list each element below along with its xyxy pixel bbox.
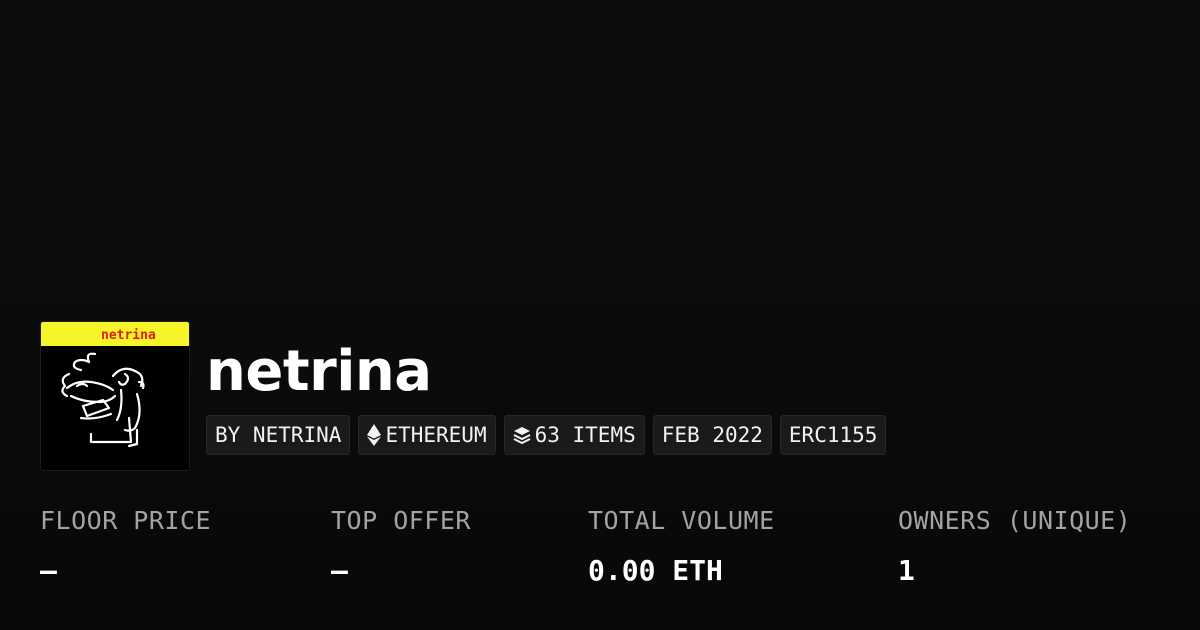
stat-floor-price-label: FLOOR PRICE bbox=[40, 506, 212, 535]
items-chip-label: 63 ITEMS bbox=[534, 423, 636, 447]
date-chip-label: FEB 2022 bbox=[661, 423, 763, 447]
chain-chip[interactable]: ETHEREUM bbox=[358, 415, 496, 455]
stat-top-offer-label: TOP OFFER bbox=[331, 506, 471, 535]
stat-total-volume: TOTAL VOLUME 0.00 ETH bbox=[588, 503, 775, 589]
ethereum-icon bbox=[367, 424, 382, 446]
avatar-logo-text: netrina bbox=[101, 328, 156, 343]
creator-chip[interactable]: BY NETRINA bbox=[206, 415, 351, 455]
standard-chip-label: ERC1155 bbox=[788, 423, 878, 447]
stat-top-offer: TOP OFFER — bbox=[331, 503, 471, 589]
stat-owners-label: OWNERS (UNIQUE) bbox=[898, 506, 1132, 535]
stat-floor-price-value: — bbox=[40, 554, 57, 587]
stat-total-volume-value: 0.00 ETH bbox=[588, 554, 723, 587]
stat-owners-value: 1 bbox=[898, 554, 915, 587]
stat-owners: OWNERS (UNIQUE) 1 bbox=[898, 503, 1131, 589]
chain-chip-label: ETHEREUM bbox=[385, 423, 487, 447]
date-chip: FEB 2022 bbox=[652, 415, 772, 455]
stat-floor-price: FLOOR PRICE — bbox=[40, 503, 211, 589]
collection-title: netrina bbox=[206, 339, 432, 404]
collection-avatar[interactable]: netrina bbox=[40, 321, 190, 471]
stat-top-offer-value: — bbox=[331, 554, 348, 587]
collection-chips: BY NETRINA ETHEREUM 63 ITEMS FEB 2022 ER… bbox=[206, 415, 887, 455]
creator-chip-label: BY NETRINA bbox=[215, 423, 342, 447]
standard-chip: ERC1155 bbox=[779, 415, 887, 455]
items-chip[interactable]: 63 ITEMS bbox=[503, 415, 645, 455]
layers-icon bbox=[513, 426, 531, 444]
stat-total-volume-label: TOTAL VOLUME bbox=[588, 506, 775, 535]
avatar-artwork: netrina bbox=[41, 322, 189, 470]
